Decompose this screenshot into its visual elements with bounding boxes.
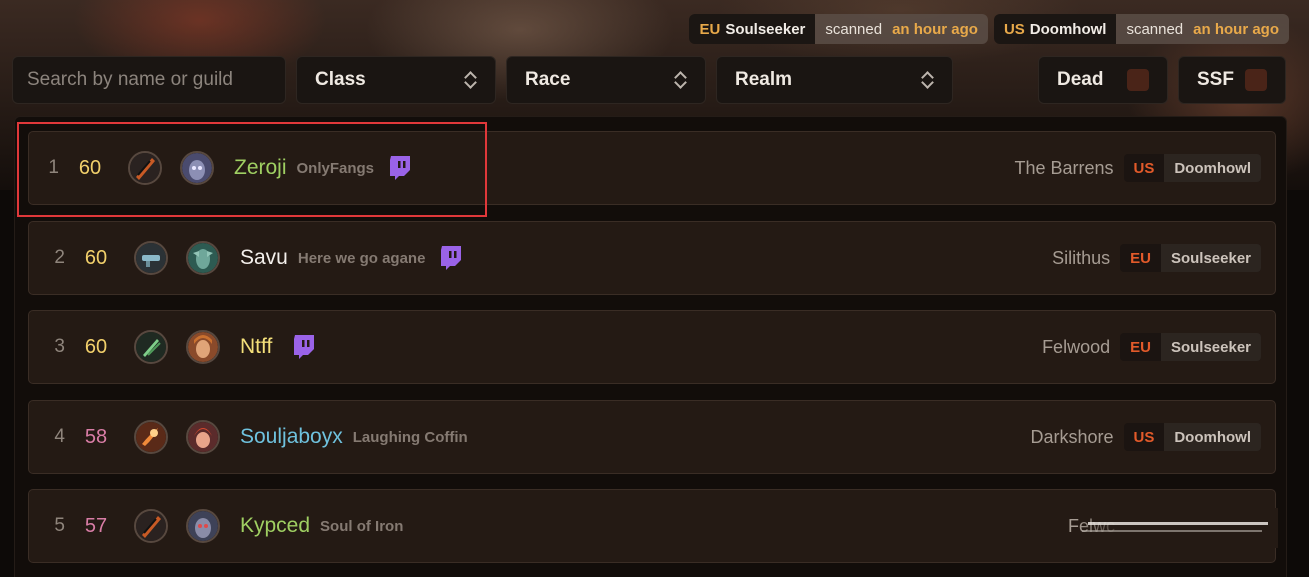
realm-region: US	[1133, 428, 1155, 446]
level: 57	[84, 514, 108, 537]
class-select[interactable]: Class	[296, 56, 496, 104]
rank: 3	[54, 336, 65, 357]
loading-line	[1088, 522, 1268, 525]
region-code: EU	[699, 20, 721, 38]
guild-name: Soul of Iron	[320, 517, 404, 535]
realm-region: EU	[1130, 249, 1151, 267]
region-code: US	[1003, 20, 1025, 38]
search-placeholder: Search by name or guild	[27, 69, 233, 90]
zone-location: The Barrens	[1014, 157, 1114, 178]
ssf-toggle[interactable]: SSF	[1178, 56, 1286, 104]
twitch-icon[interactable]	[292, 334, 316, 360]
realm-badge: US Doomhowl	[1123, 154, 1261, 182]
ssf-checkbox[interactable]	[1245, 69, 1267, 91]
twitch-icon[interactable]	[439, 245, 463, 271]
guild-name: Here we go agane	[297, 249, 426, 267]
dead-toggle-label: Dead	[1057, 69, 1104, 90]
rank: 4	[54, 426, 65, 447]
rogue-class-icon	[134, 330, 168, 364]
ssf-toggle-label: SSF	[1197, 69, 1234, 90]
leaderboard-row[interactable]: 1 60 Zeroji OnlyFangs The Barrens US Doo…	[28, 131, 1276, 205]
class-select-label: Class	[315, 69, 366, 90]
warrior-class-icon	[128, 151, 162, 185]
scan-status-bar: EU Soulseeker scanned an hour ago US Doomho…	[689, 14, 1289, 44]
zone-location: Darkshore	[1030, 426, 1114, 447]
realm-select[interactable]: Realm	[716, 56, 953, 104]
realm-region: US	[1133, 159, 1155, 177]
dead-checkbox[interactable]	[1127, 69, 1149, 91]
guild-name: Laughing Coffin	[352, 428, 468, 446]
mage-class-icon	[134, 420, 168, 454]
realm-badge: US Doomhowl	[1123, 423, 1261, 451]
realm-select-label: Realm	[735, 69, 793, 90]
twitch-icon[interactable]	[388, 155, 412, 181]
rank: 2	[54, 247, 65, 268]
loading-line	[1082, 530, 1262, 532]
realm-name: Doomhowl	[1029, 20, 1107, 38]
filter-bar: Search by name or guild Class Race Realm…	[12, 56, 1299, 104]
sort-arrows-icon	[463, 70, 477, 90]
realm-name: Soulseeker	[1160, 244, 1261, 272]
scanned-time: an hour ago	[1193, 20, 1279, 38]
scanned-label: scanned	[825, 20, 883, 38]
warrior-class-icon	[134, 509, 168, 543]
scan-status-eu: EU Soulseeker scanned an hour ago	[689, 14, 988, 44]
undead-race-icon	[186, 509, 220, 543]
realm-badge: EU Soulseeker	[1120, 333, 1261, 361]
scanned-time: an hour ago	[892, 20, 978, 38]
leaderboard-row[interactable]: 3 60 Ntff Felwood EU Soulseeker	[28, 310, 1276, 384]
search-input[interactable]: Search by name or guild	[12, 56, 286, 104]
loading-overlay	[1078, 508, 1278, 548]
level: 60	[78, 156, 102, 179]
rank: 5	[54, 515, 65, 536]
race-select-label: Race	[525, 69, 571, 90]
level: 58	[84, 425, 108, 448]
scanned-label: scanned	[1126, 20, 1184, 38]
troll-race-icon	[186, 241, 220, 275]
sort-arrows-icon	[920, 70, 934, 90]
realm-name: Doomhowl	[1164, 423, 1261, 451]
guild-name: OnlyFangs	[296, 159, 375, 177]
realm-badge: EU Soulseeker	[1120, 244, 1261, 272]
realm-name: Doomhowl	[1164, 154, 1261, 182]
level: 60	[84, 246, 108, 269]
zone-location: Felwood	[1042, 336, 1111, 357]
realm-region: EU	[1130, 338, 1151, 356]
level: 60	[84, 335, 108, 358]
player-name[interactable]: Savu	[240, 246, 288, 270]
undead-race-icon	[180, 151, 214, 185]
player-name[interactable]: Souljaboyx	[240, 425, 343, 449]
player-name[interactable]: Ntff	[240, 335, 272, 359]
leaderboard-row[interactable]: 2 60 Savu Here we go agane Silithus EU S…	[28, 221, 1276, 295]
human-race-icon	[186, 330, 220, 364]
sort-arrows-icon	[673, 70, 687, 90]
dead-toggle[interactable]: Dead	[1038, 56, 1168, 104]
gnome-race-icon	[186, 420, 220, 454]
zone-location: Silithus	[1052, 247, 1111, 268]
realm-name: Soulseeker	[725, 20, 806, 38]
player-name[interactable]: Zeroji	[234, 156, 287, 180]
leaderboard-row[interactable]: 4 58 Souljaboyx Laughing Coffin Darkshor…	[28, 400, 1276, 474]
race-select[interactable]: Race	[506, 56, 706, 104]
scan-status-us: US Doomhowl scanned an hour ago	[993, 14, 1289, 44]
player-name[interactable]: Kypced	[240, 514, 310, 538]
realm-name: Soulseeker	[1160, 333, 1261, 361]
hunter-class-icon	[134, 241, 168, 275]
